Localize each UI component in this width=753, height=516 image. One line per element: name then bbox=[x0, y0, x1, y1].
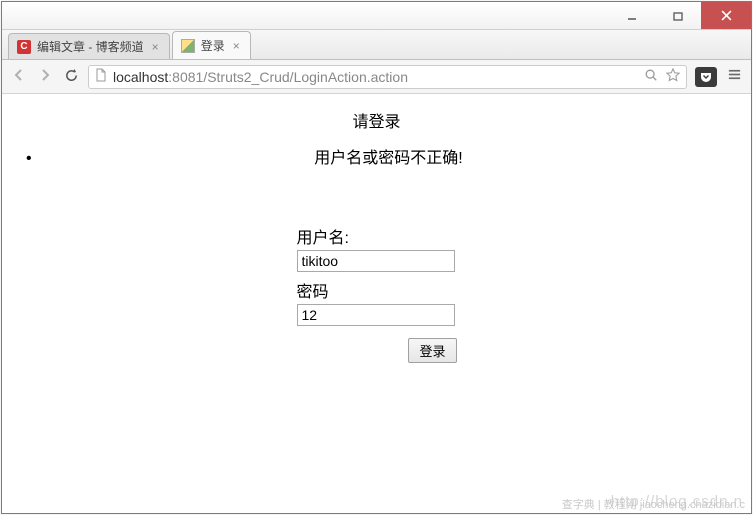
omnibox-actions bbox=[644, 68, 680, 85]
window-titlebar bbox=[2, 2, 751, 30]
page-content: 请登录 • 用户名或密码不正确! 用户名: 密码 登录 bbox=[2, 94, 751, 513]
password-row: 密码 bbox=[297, 278, 457, 326]
tab-label: 编辑文章 - 博客频道 bbox=[37, 38, 144, 55]
star-icon[interactable] bbox=[666, 68, 680, 85]
address-bar[interactable]: localhost:8081/Struts2_Crud/LoginAction.… bbox=[88, 65, 687, 89]
error-list-item: • 用户名或密码不正确! bbox=[26, 144, 727, 168]
tab-label: 登录 bbox=[201, 37, 225, 54]
login-button[interactable]: 登录 bbox=[408, 338, 456, 363]
back-button[interactable] bbox=[10, 68, 28, 85]
tab-strip: C 编辑文章 - 博客频道 × 登录 × bbox=[2, 30, 751, 60]
browser-toolbar: localhost:8081/Struts2_Crud/LoginAction.… bbox=[2, 60, 751, 94]
minimize-button[interactable] bbox=[609, 2, 655, 29]
username-label: 用户名: bbox=[297, 224, 457, 248]
favicon-csdn-icon: C bbox=[17, 40, 31, 54]
password-label: 密码 bbox=[297, 278, 457, 302]
favicon-image-icon bbox=[181, 39, 195, 53]
close-tab-icon[interactable]: × bbox=[150, 40, 161, 54]
search-icon[interactable] bbox=[644, 68, 658, 85]
error-message: 用户名或密码不正确! bbox=[50, 144, 727, 168]
page-heading: 请登录 bbox=[26, 108, 727, 132]
username-row: 用户名: bbox=[297, 224, 457, 272]
page-icon bbox=[95, 68, 107, 85]
watermark-text-2: 查字典 | 教程网 jiaocheng.chazidian.c bbox=[562, 496, 745, 512]
url-port: :8081 bbox=[168, 69, 203, 85]
login-form: 用户名: 密码 登录 bbox=[26, 224, 727, 363]
submit-row: 登录 bbox=[297, 338, 457, 363]
maximize-button[interactable] bbox=[655, 2, 701, 29]
url-host: localhost bbox=[113, 69, 168, 85]
browser-window: C 编辑文章 - 博客频道 × 登录 × localhost:8081/Stru… bbox=[1, 1, 752, 514]
pocket-extension-icon[interactable] bbox=[695, 67, 717, 87]
forward-button[interactable] bbox=[36, 68, 54, 85]
bullet-icon: • bbox=[26, 150, 50, 168]
close-tab-icon[interactable]: × bbox=[231, 39, 242, 53]
close-button[interactable] bbox=[701, 2, 751, 29]
tab-login[interactable]: 登录 × bbox=[172, 31, 251, 59]
url-path: /Struts2_Crud/LoginAction.action bbox=[203, 69, 408, 85]
tab-csdn-editor[interactable]: C 编辑文章 - 博客频道 × bbox=[8, 33, 170, 59]
menu-button[interactable] bbox=[725, 67, 743, 87]
password-input[interactable] bbox=[297, 304, 455, 326]
reload-button[interactable] bbox=[62, 68, 80, 86]
url-text: localhost:8081/Struts2_Crud/LoginAction.… bbox=[113, 69, 408, 85]
username-input[interactable] bbox=[297, 250, 455, 272]
